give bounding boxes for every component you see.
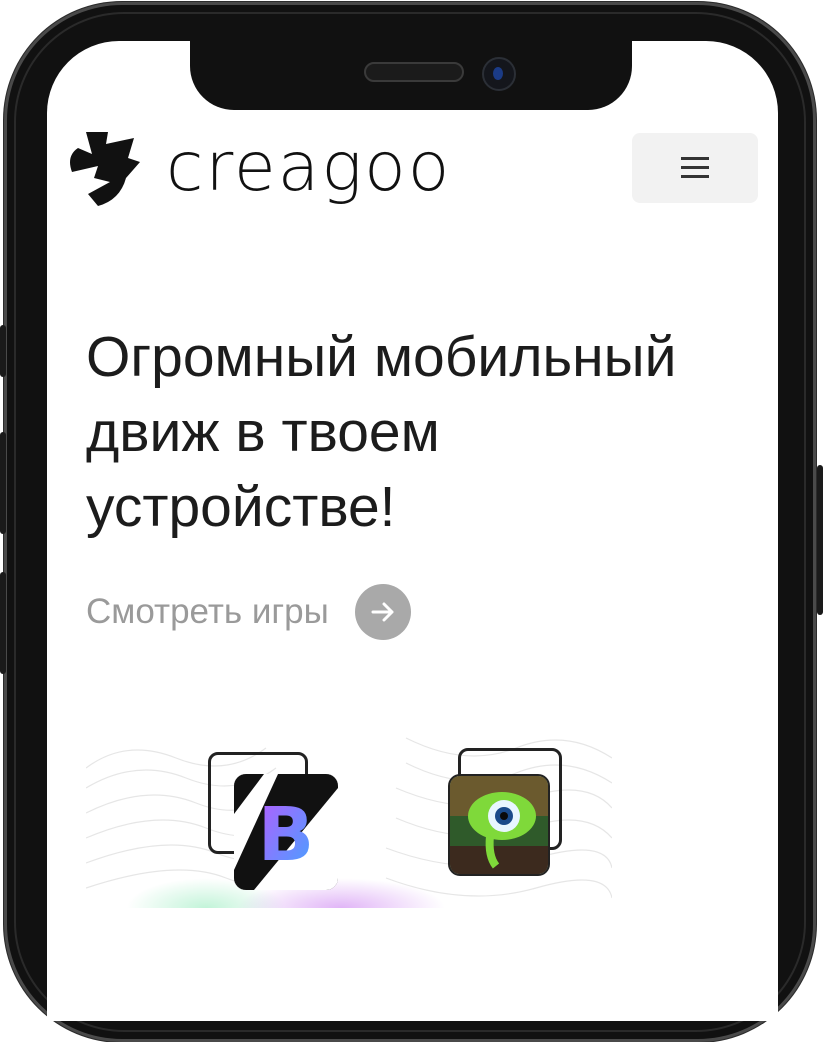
brand-logo-icon[interactable] — [64, 128, 142, 208]
letter-b-game-icon[interactable]: B — [234, 774, 338, 890]
phone-mute-switch — [0, 325, 6, 377]
brand-logo-text[interactable]: creagoo — [166, 128, 451, 208]
phone-power-button — [817, 465, 823, 615]
green-eye-game-icon[interactable] — [448, 774, 550, 876]
hero-title: Огромный мобильный движ в твоем устройст… — [86, 325, 677, 539]
phone-volume-up-button — [0, 432, 6, 534]
phone-camera — [482, 57, 516, 91]
arrow-right-icon[interactable] — [354, 584, 411, 640]
svg-text:B: B — [258, 792, 314, 878]
view-games-label: Смотреть игры — [86, 592, 329, 631]
phone-volume-down-button — [0, 572, 6, 674]
menu-button[interactable] — [632, 133, 758, 203]
view-games-link[interactable]: Смотреть игры — [86, 584, 411, 640]
hamburger-icon — [681, 157, 709, 178]
phone-speaker — [364, 62, 464, 82]
game-card[interactable] — [448, 748, 568, 878]
games-showcase: B — [86, 728, 612, 908]
game-card[interactable]: B — [206, 750, 338, 890]
